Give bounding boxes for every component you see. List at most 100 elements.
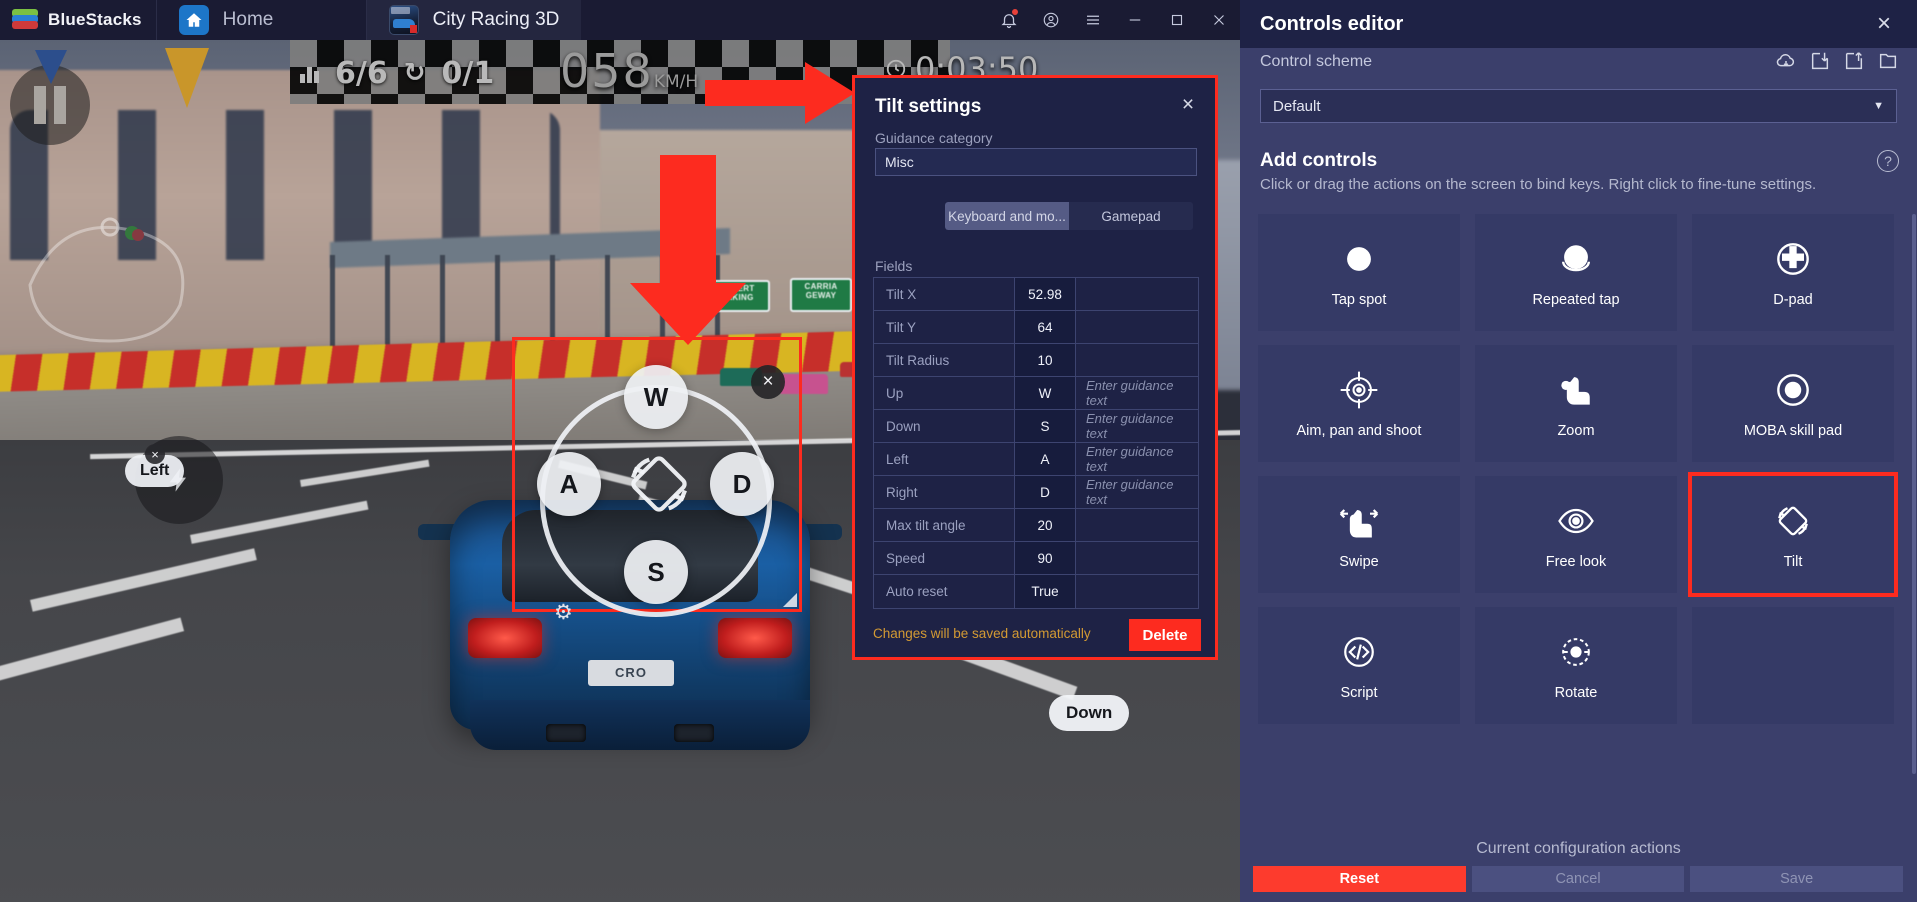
control-tile-zoom[interactable]: Zoom bbox=[1475, 345, 1677, 462]
control-tile-swipe[interactable]: Swipe bbox=[1258, 476, 1460, 593]
rotate-icon bbox=[1554, 629, 1598, 675]
field-guidance[interactable] bbox=[1076, 542, 1198, 574]
tilt-control-close-icon[interactable]: × bbox=[751, 365, 785, 399]
field-name: Left bbox=[886, 451, 909, 467]
table-row[interactable]: Tilt Y 64 bbox=[874, 311, 1198, 344]
export-icon[interactable] bbox=[1843, 50, 1865, 77]
autosave-note: Changes will be saved automatically bbox=[873, 626, 1091, 641]
maximize-button[interactable] bbox=[1156, 0, 1198, 40]
game-thumbnail-icon bbox=[388, 5, 419, 35]
control-tile-label: Repeated tap bbox=[1532, 291, 1620, 308]
control-tile-tilt[interactable]: Tilt bbox=[1688, 472, 1898, 597]
field-guidance[interactable] bbox=[1076, 311, 1198, 343]
control-tile-tap-spot[interactable]: Tap spot bbox=[1258, 214, 1460, 331]
field-value[interactable]: 52.98 bbox=[1014, 278, 1076, 310]
field-value[interactable]: D bbox=[1014, 476, 1076, 508]
tilt-key-left[interactable]: A bbox=[537, 452, 601, 516]
field-guidance[interactable] bbox=[1076, 344, 1198, 376]
cloud-download-icon[interactable] bbox=[1775, 50, 1797, 77]
swipe-icon bbox=[1337, 498, 1381, 544]
tilt-fields-table: Tilt X 52.98 Tilt Y 64 Tilt Radius 10 Up… bbox=[873, 277, 1199, 609]
table-row[interactable]: Left A Enter guidance text bbox=[874, 443, 1198, 476]
field-guidance[interactable]: Enter guidance text bbox=[1076, 476, 1198, 508]
account-circle-icon[interactable] bbox=[1030, 0, 1072, 40]
brand-name: BlueStacks bbox=[48, 10, 142, 29]
tilt-control-settings-gear-icon[interactable]: ⚙ bbox=[554, 600, 573, 625]
guidance-category-label: Guidance category bbox=[875, 130, 993, 146]
control-tile-free-look[interactable]: Free look bbox=[1475, 476, 1677, 593]
control-tile-placeholder[interactable] bbox=[1692, 607, 1894, 724]
table-row[interactable]: Tilt X 52.98 bbox=[874, 278, 1198, 311]
tilt-key-up[interactable]: W bbox=[624, 365, 688, 429]
cancel-button[interactable]: Cancel bbox=[1471, 866, 1685, 892]
editor-scrollbar[interactable] bbox=[1912, 214, 1916, 774]
tab-city-racing-3d[interactable]: City Racing 3D bbox=[365, 0, 582, 40]
tilt-key-down[interactable]: S bbox=[624, 540, 688, 604]
hamburger-menu-icon[interactable] bbox=[1072, 0, 1114, 40]
field-guidance[interactable] bbox=[1076, 575, 1198, 608]
field-guidance[interactable] bbox=[1076, 509, 1198, 541]
table-row[interactable]: Right D Enter guidance text bbox=[874, 476, 1198, 509]
tap-spot-icon bbox=[1337, 236, 1381, 282]
zoom-pinch-icon bbox=[1554, 367, 1598, 413]
current-configuration-actions-title: Current configuration actions bbox=[1476, 840, 1681, 857]
tab-game-label: City Racing 3D bbox=[432, 9, 560, 30]
field-name: Tilt X bbox=[886, 286, 917, 302]
segment-keyboard-and-mouse[interactable]: Keyboard and mo... bbox=[945, 202, 1069, 230]
control-tile-aim-pan-shoot[interactable]: Aim, pan and shoot bbox=[1258, 345, 1460, 462]
folder-icon[interactable] bbox=[1877, 50, 1899, 77]
control-tile-script[interactable]: Script bbox=[1258, 607, 1460, 724]
controls-editor-title: Controls editor bbox=[1260, 12, 1404, 35]
field-guidance[interactable]: Enter guidance text bbox=[1076, 410, 1198, 442]
segment-gamepad[interactable]: Gamepad bbox=[1069, 202, 1193, 230]
controls-editor-header: Controls editor × bbox=[1240, 0, 1917, 48]
delete-button[interactable]: Delete bbox=[1129, 619, 1201, 651]
reset-button[interactable]: Reset bbox=[1253, 866, 1466, 892]
resize-handle[interactable] bbox=[783, 593, 797, 607]
field-value[interactable]: 20 bbox=[1014, 509, 1076, 541]
tilt-key-down-label: S bbox=[647, 556, 665, 587]
field-value[interactable]: W bbox=[1014, 377, 1076, 409]
table-row[interactable]: Up W Enter guidance text bbox=[874, 377, 1198, 410]
control-tile-rotate[interactable]: Rotate bbox=[1475, 607, 1677, 724]
guidance-category-input[interactable]: Misc bbox=[875, 148, 1197, 176]
field-guidance[interactable] bbox=[1076, 278, 1198, 310]
input-mode-segmented-control[interactable]: Keyboard and mo... Gamepad bbox=[945, 202, 1193, 230]
field-value[interactable]: 10 bbox=[1014, 344, 1076, 376]
field-value[interactable]: 64 bbox=[1014, 311, 1076, 343]
tab-home[interactable]: Home bbox=[155, 0, 366, 40]
tilt-key-right[interactable]: D bbox=[710, 452, 774, 516]
tilt-settings-close-icon[interactable]: × bbox=[1173, 90, 1203, 120]
close-button[interactable] bbox=[1198, 0, 1240, 40]
annotation-arrow-down bbox=[630, 155, 746, 345]
control-tile-moba-skill-pad[interactable]: MOBA skill pad bbox=[1692, 345, 1894, 462]
field-guidance[interactable]: Enter guidance text bbox=[1076, 443, 1198, 475]
save-button[interactable]: Save bbox=[1690, 866, 1904, 892]
table-row[interactable]: Auto reset True bbox=[874, 575, 1198, 608]
import-icon[interactable] bbox=[1809, 50, 1831, 77]
help-icon[interactable]: ? bbox=[1877, 150, 1899, 172]
tilt-settings-title: Tilt settings bbox=[875, 96, 982, 117]
field-guidance[interactable]: Enter guidance text bbox=[1076, 377, 1198, 409]
flag-marker-yellow bbox=[165, 48, 209, 108]
control-tile-dpad[interactable]: D-pad bbox=[1692, 214, 1894, 331]
free-look-icon bbox=[1554, 498, 1598, 544]
minimize-button[interactable] bbox=[1114, 0, 1156, 40]
table-row[interactable]: Max tilt angle 20 bbox=[874, 509, 1198, 542]
table-row[interactable]: Down S Enter guidance text bbox=[874, 410, 1198, 443]
down-binding-chip[interactable]: Down bbox=[1049, 695, 1130, 731]
field-value[interactable]: S bbox=[1014, 410, 1076, 442]
field-value[interactable]: True bbox=[1014, 575, 1076, 608]
control-scheme-select[interactable]: Default ▼ bbox=[1260, 89, 1897, 123]
table-row[interactable]: Speed 90 bbox=[874, 542, 1198, 575]
control-tile-repeated-tap[interactable]: Repeated tap bbox=[1475, 214, 1677, 331]
left-binding-close-icon[interactable]: × bbox=[145, 444, 165, 464]
field-value[interactable]: A bbox=[1014, 443, 1076, 475]
notifications-bell-icon[interactable] bbox=[988, 0, 1030, 40]
tilt-key-up-label: W bbox=[643, 381, 669, 412]
controls-editor-panel: Controls editor × Control scheme Default… bbox=[1240, 0, 1917, 902]
table-row[interactable]: Tilt Radius 10 bbox=[874, 344, 1198, 377]
field-value[interactable]: 90 bbox=[1014, 542, 1076, 574]
controls-editor-close-icon[interactable]: × bbox=[1869, 9, 1899, 39]
moba-skill-icon bbox=[1771, 367, 1815, 413]
